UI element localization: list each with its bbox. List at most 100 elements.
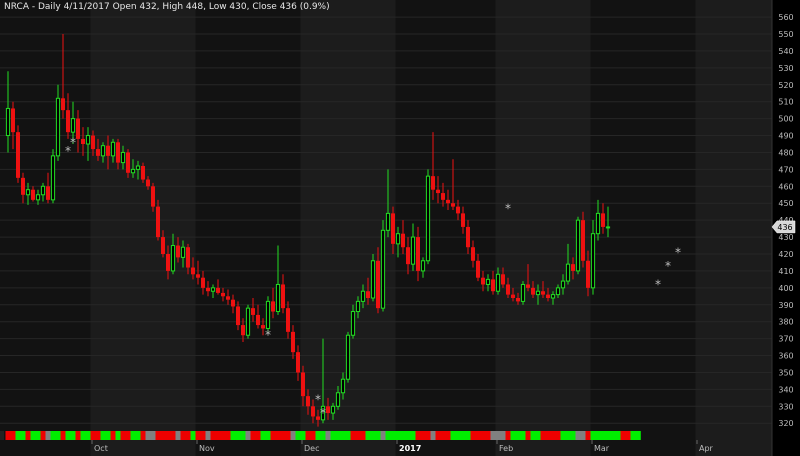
candle-body — [116, 142, 120, 163]
candle-body — [456, 206, 460, 214]
candle-body — [5, 107, 11, 137]
candle-body — [191, 267, 195, 275]
candle-body — [286, 308, 290, 332]
ribbon-segment — [555, 431, 561, 440]
candle-body — [271, 301, 275, 312]
candle-body — [380, 229, 386, 309]
ribbon-segment — [130, 431, 136, 440]
candle-body — [100, 145, 106, 157]
ribbon-segment — [455, 431, 461, 440]
candle-body — [516, 298, 520, 302]
ribbon-segment — [40, 431, 46, 440]
candle-body — [76, 118, 80, 139]
ribbon-segment — [50, 431, 56, 440]
ribbon-segment — [575, 431, 581, 440]
y-tick-label: 400 — [778, 284, 793, 293]
ribbon-segment — [375, 431, 381, 440]
candle-body — [546, 294, 550, 298]
candle-body — [420, 260, 426, 272]
ribbon-segment — [480, 431, 486, 440]
ribbon-segment — [370, 431, 376, 440]
ribbon-segment — [60, 431, 66, 440]
y-tick-label: 420 — [778, 250, 793, 259]
ribbon-segment — [290, 431, 296, 440]
y-tick-label: 520 — [778, 81, 793, 90]
ribbon-segment — [635, 431, 641, 440]
candle-body — [206, 287, 210, 292]
candle-body — [360, 290, 366, 302]
ribbon-segment — [55, 431, 61, 440]
candle-body — [196, 274, 200, 278]
ribbon-segment — [190, 431, 196, 440]
ribbon-segment — [135, 431, 141, 440]
candle-body — [425, 175, 431, 262]
candle-body — [541, 291, 545, 295]
candle-body — [180, 246, 186, 258]
ribbon-segment — [620, 431, 626, 440]
ribbon-segment — [415, 431, 421, 440]
y-tick-label: 430 — [778, 233, 793, 242]
candle-body — [481, 277, 485, 285]
candle-body — [210, 287, 216, 292]
candle-body — [491, 279, 495, 292]
month-band — [395, 0, 496, 456]
candle-body — [66, 110, 70, 133]
candle-body — [446, 199, 450, 204]
candle-body — [306, 396, 310, 407]
candle-body — [511, 294, 515, 298]
star-marker: * — [675, 245, 681, 259]
candle-body — [275, 283, 281, 313]
candle-body — [345, 334, 351, 380]
candle-body — [216, 287, 220, 293]
candle-body — [91, 135, 95, 150]
candle-body — [451, 203, 455, 207]
candle-body — [410, 236, 416, 265]
candle-body — [385, 212, 391, 231]
candle-body — [571, 264, 575, 271]
candle-body — [581, 220, 585, 261]
candle-body — [431, 176, 435, 190]
candle-body — [236, 306, 240, 326]
candle-body — [135, 165, 141, 170]
ribbon-segment — [435, 431, 441, 440]
y-tick-label: 390 — [778, 301, 793, 310]
y-tick-label: 460 — [778, 182, 793, 191]
y-tick-label: 480 — [778, 148, 793, 157]
ribbon-segment — [355, 431, 361, 440]
ribbon-segment — [165, 431, 171, 440]
ribbon-segment — [315, 431, 321, 440]
candle-body — [46, 186, 50, 200]
y-tick-label: 560 — [778, 13, 793, 22]
ribbon-segment — [490, 431, 496, 440]
ribbon-segment — [100, 431, 106, 440]
ribbon-segment — [610, 431, 616, 440]
ribbon-segment — [160, 431, 166, 440]
ribbon-segment — [295, 431, 301, 440]
ribbon-segment — [505, 431, 511, 440]
candle-body — [81, 138, 85, 144]
ribbon-segment — [380, 431, 386, 440]
candle-body — [55, 97, 61, 157]
star-marker: * — [320, 406, 326, 420]
ribbon-segment — [70, 431, 76, 440]
ribbon-segment — [85, 431, 91, 440]
ribbon-segment — [495, 431, 501, 440]
candle-body — [156, 206, 160, 238]
candle-body — [106, 145, 110, 156]
ribbon-segment — [440, 431, 446, 440]
ribbon-segment — [120, 431, 126, 440]
ribbon-segment — [105, 431, 111, 440]
candle-body — [501, 274, 505, 285]
ribbon-segment — [240, 431, 246, 440]
candle-body — [241, 325, 245, 336]
ribbon-segment — [155, 431, 161, 440]
ribbon-segment — [225, 431, 231, 440]
candle-body — [391, 213, 395, 244]
x-tick-label: Dec — [304, 444, 319, 453]
ribbon-segment — [170, 431, 176, 440]
ribbon-segment — [80, 431, 86, 440]
ribbon-segment — [350, 431, 356, 440]
ribbon-segment — [235, 431, 241, 440]
candle-body — [120, 151, 126, 164]
candle-body — [245, 307, 251, 336]
